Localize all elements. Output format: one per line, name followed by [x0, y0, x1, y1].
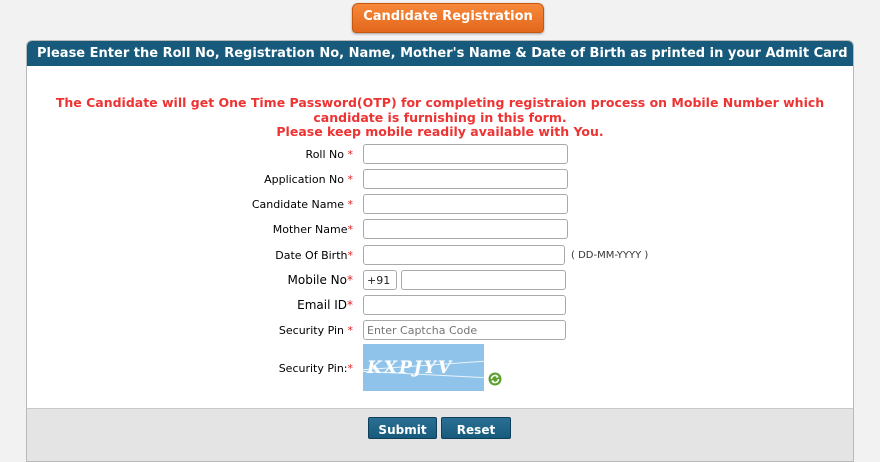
notice-line-2: candidate is furnishing in this form. — [313, 109, 567, 125]
panel-heading: Please Enter the Roll No, Registration N… — [27, 41, 853, 66]
mother-name-input[interactable] — [363, 219, 568, 239]
captcha-label: Security Pin:* — [278, 362, 353, 375]
captcha-text: KXPJYV — [367, 358, 454, 378]
dob-format-hint: ( DD-MM-YYYY ) — [571, 250, 649, 261]
security-pin-input[interactable] — [363, 320, 566, 340]
candidate-name-label: Candidate Name * — [251, 198, 353, 211]
roll-no-input[interactable] — [363, 144, 568, 164]
country-code-input[interactable] — [363, 270, 397, 290]
email-label: Email ID* — [297, 298, 353, 312]
email-input[interactable] — [363, 295, 566, 315]
registration-panel: Please Enter the Roll No, Registration N… — [26, 40, 854, 462]
candidate-registration-tab[interactable]: Candidate Registration — [352, 3, 544, 33]
otp-notice: The Candidate will get One Time Password… — [27, 95, 853, 140]
security-pin-label: Security Pin * — [278, 324, 353, 337]
application-no-input[interactable] — [363, 169, 568, 189]
roll-no-label: Roll No * — [305, 148, 353, 161]
reset-button[interactable]: Reset — [441, 417, 511, 439]
refresh-captcha-icon[interactable] — [488, 372, 502, 386]
application-no-label: Application No * — [264, 173, 353, 186]
captcha-image: KXPJYV — [363, 344, 484, 391]
mobile-input[interactable] — [401, 270, 566, 290]
submit-button[interactable]: Submit — [368, 417, 437, 439]
mobile-label: Mobile No* — [287, 273, 354, 287]
candidate-name-input[interactable] — [363, 194, 568, 214]
dob-label: Date Of Birth* — [275, 249, 353, 262]
mother-name-label: Mother Name* — [272, 223, 353, 236]
notice-line-1: The Candidate will get One Time Password… — [55, 95, 825, 110]
dob-input[interactable] — [363, 245, 565, 265]
notice-line-3: Please keep mobile readily available wit… — [276, 124, 604, 139]
